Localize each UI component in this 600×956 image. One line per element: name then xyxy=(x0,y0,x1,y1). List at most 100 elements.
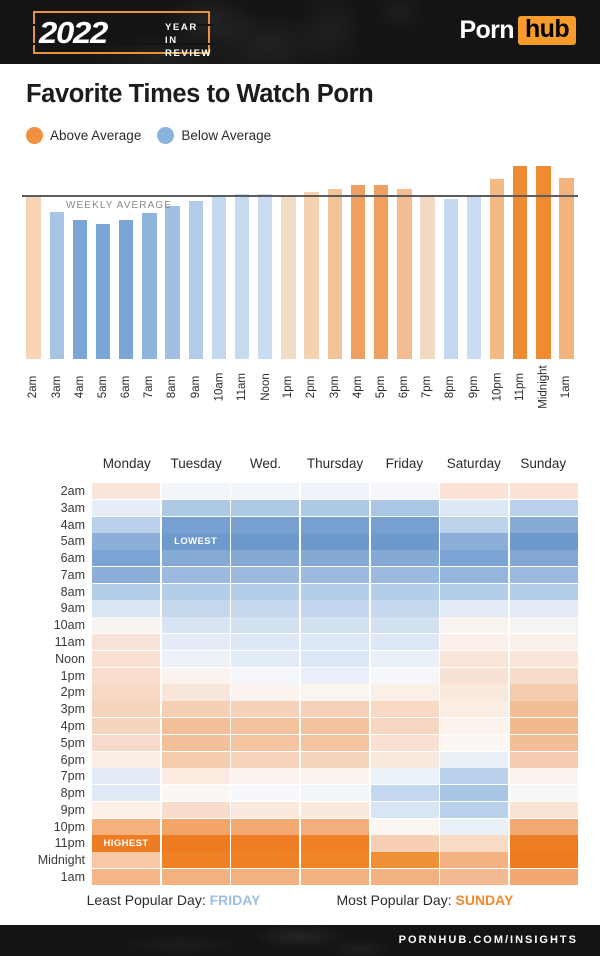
x-tick-label: 10am xyxy=(212,372,225,402)
heatmap-cell xyxy=(440,868,509,886)
bar-chart-x-axis: 2am 3am 4am 5am 6am 7am 8am 9am 10am 11am Noon 1pm 2… xyxy=(22,361,578,427)
x-tick: 1am xyxy=(555,361,578,427)
x-tick-label: 5am xyxy=(97,375,110,399)
heatmap-cell xyxy=(92,600,161,617)
heatmap-cell xyxy=(92,768,161,785)
x-tick: 4pm xyxy=(346,361,369,427)
heatmap-row: 10pm xyxy=(20,818,578,835)
heatmap-cell xyxy=(92,785,161,802)
heatmap-cell xyxy=(300,617,370,634)
x-tick: 4am xyxy=(68,361,91,427)
x-tick: 9am xyxy=(184,361,207,427)
heatmap-cell xyxy=(440,818,509,835)
heatmap-cell xyxy=(300,717,370,735)
infographic-page: 2022 YEAR IN REVIEW Porn hub Favorite Ti… xyxy=(0,0,600,956)
heatmap-cell xyxy=(440,785,509,802)
heatmap-cell xyxy=(440,566,509,584)
heatmap-row: 7am xyxy=(20,566,578,584)
bar-slot xyxy=(532,143,555,359)
heatmap-day-header: Tuesday xyxy=(170,456,222,471)
heatmap-cell xyxy=(370,499,439,516)
heatmap-cell xyxy=(161,684,230,701)
heatmap-row-cells xyxy=(92,483,578,500)
heatmap-cell xyxy=(509,734,578,751)
x-tick: 3pm xyxy=(323,361,346,427)
heatmap-cell xyxy=(370,751,439,768)
heatmap-cell: HIGHEST xyxy=(92,835,161,852)
heatmap-row-label: 7pm xyxy=(60,769,85,784)
bar-1pm xyxy=(281,195,296,359)
heatmap-cell xyxy=(440,751,509,768)
heatmap-row: 4am xyxy=(20,516,578,533)
bar-8am xyxy=(165,205,180,359)
heatmap-cell xyxy=(509,483,578,500)
heatmap-cell xyxy=(231,768,300,785)
heatmap-row: Midnight xyxy=(20,852,578,869)
heatmap-cell xyxy=(509,701,578,718)
x-tick-label: 2pm xyxy=(305,375,318,399)
heatmap-row-label: Noon xyxy=(55,651,85,666)
heatmap-cell xyxy=(509,868,578,886)
x-tick: 7am xyxy=(138,361,161,427)
heatmap-row-cells xyxy=(92,717,578,735)
legend-label-above-average: Above Average xyxy=(50,128,142,143)
x-tick-label: 6pm xyxy=(398,375,411,399)
heatmap-row-cells: HIGHEST xyxy=(92,835,578,852)
heatmap-cell xyxy=(440,734,509,751)
heatmap-cell xyxy=(231,634,300,651)
x-tick-label: 2am xyxy=(27,375,40,399)
heatmap-row-label: 1am xyxy=(60,869,85,884)
heatmap-cell xyxy=(370,516,439,533)
x-tick-label: Noon xyxy=(259,373,272,401)
heatmap-day-header: Thursday xyxy=(306,456,364,471)
x-tick: 5am xyxy=(92,361,115,427)
year-number: 2022 xyxy=(39,15,108,50)
heatmap-row-cells xyxy=(92,617,578,634)
heatmap-cell xyxy=(440,667,509,684)
heatmap-cell xyxy=(300,566,370,584)
bar-7am xyxy=(142,213,157,359)
heatmap-cell xyxy=(509,533,578,550)
heatmap-cell xyxy=(92,650,161,667)
heatmap-row-cells xyxy=(92,600,578,617)
legend-item-above-average: Above Average xyxy=(26,127,141,144)
heatmap-cell xyxy=(92,499,161,516)
heatmap-footnotes: Least Popular Day: FRIDAY Most Popular D… xyxy=(0,892,600,908)
heatmap-cell xyxy=(92,634,161,651)
heatmap-cell xyxy=(92,701,161,718)
heatmap-row: 11am xyxy=(20,634,578,651)
heatmap-cell xyxy=(509,684,578,701)
heatmap-cell xyxy=(440,801,509,819)
bar-7pm xyxy=(420,195,435,359)
heatmap-cell xyxy=(161,566,230,584)
heatmap-row-cells xyxy=(92,566,578,584)
heatmap-row-cells xyxy=(92,818,578,835)
heatmap-cell xyxy=(92,751,161,768)
bar-slot xyxy=(138,143,161,359)
x-tick-label: 11pm xyxy=(514,373,527,401)
heatmap-cell xyxy=(231,650,300,667)
heatmap-cell xyxy=(440,483,509,500)
heatmap-cell xyxy=(370,667,439,684)
bar-slot xyxy=(462,143,485,359)
heatmap-cell xyxy=(509,550,578,567)
heatmap-cell xyxy=(509,667,578,684)
bar-10pm xyxy=(489,178,505,359)
heatmap-cell xyxy=(509,852,578,869)
heatmap-day-header: Saturday xyxy=(446,456,501,471)
heatmap-row-cells xyxy=(92,650,578,667)
heatmap-row: 9am xyxy=(20,600,578,617)
chart-legend: Above Average Below Average xyxy=(26,127,271,144)
heatmap-cell xyxy=(300,751,370,768)
x-tick: 10am xyxy=(207,361,230,427)
heatmap-cell xyxy=(509,634,578,651)
heatmap-cell xyxy=(161,617,230,634)
bar-slot xyxy=(439,143,462,359)
heatmap-cell xyxy=(161,650,230,667)
bar-6pm xyxy=(397,189,412,359)
heatmap-day-header: Friday xyxy=(385,456,424,471)
bar-slot xyxy=(254,143,277,359)
heatmap-cell xyxy=(370,701,439,718)
heatmap-cell xyxy=(370,583,439,600)
heatmap-cell xyxy=(509,583,578,600)
